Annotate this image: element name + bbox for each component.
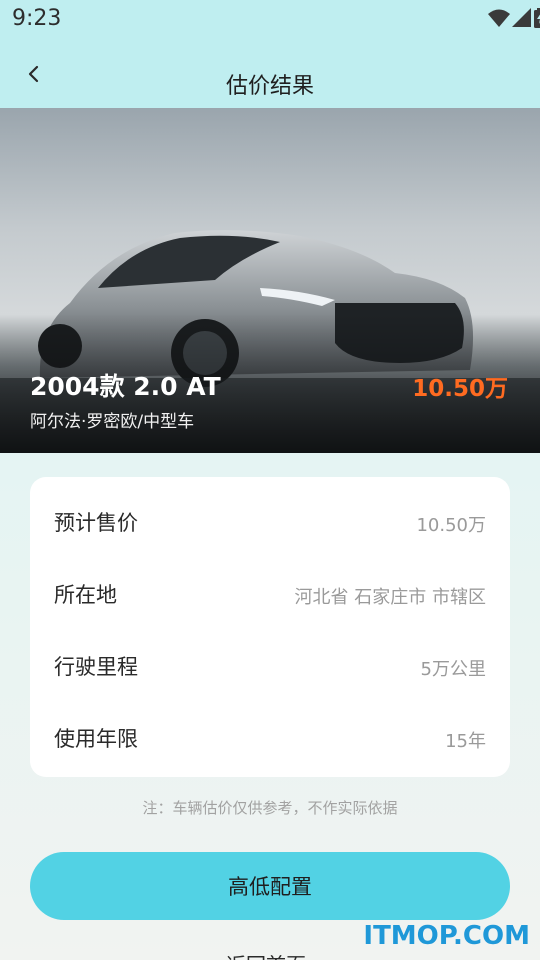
battery-icon (534, 8, 540, 28)
app-header: 估价结果 (0, 38, 540, 108)
detail-row-location: 所在地 河北省 石家庄市 市辖区 (30, 553, 510, 625)
detail-value: 15年 (445, 731, 486, 752)
detail-value: 5万公里 (420, 659, 486, 680)
detail-label: 使用年限 (54, 727, 138, 751)
car-hero-banner: 2004款 2.0 AT 阿尔法·罗密欧/中型车 10.50万 (0, 108, 540, 453)
car-description: 阿尔法·罗密欧/中型车 (30, 412, 195, 432)
watermark-logo: ITMOP.COM (363, 921, 530, 951)
detail-value: 河北省 石家庄市 市辖区 (294, 587, 486, 608)
config-button[interactable]: 高低配置 (30, 852, 510, 920)
disclaimer-note: 注：车辆估价仅供参考，不作实际依据 (142, 799, 398, 817)
detail-label: 预计售价 (54, 511, 138, 535)
detail-label: 行驶里程 (54, 655, 138, 679)
detail-value: 10.50万 (416, 515, 486, 536)
car-model-title: 2004款 2.0 AT (30, 372, 221, 401)
status-bar: 9:23 (0, 0, 540, 38)
valuation-details-card: 预计售价 10.50万 所在地 河北省 石家庄市 市辖区 行驶里程 5万公里 使… (30, 477, 510, 777)
signal-icon (512, 8, 531, 27)
page-title: 估价结果 (225, 74, 314, 99)
estimated-price: 10.50万 (412, 376, 508, 402)
detail-row-mileage: 行驶里程 5万公里 (30, 625, 510, 697)
detail-label: 所在地 (54, 583, 117, 607)
status-time: 9:23 (12, 6, 62, 31)
return-home-button[interactable]: 返回首页 (226, 949, 306, 960)
detail-row-age: 使用年限 15年 (30, 697, 510, 769)
wifi-icon (488, 9, 510, 27)
detail-row-price: 预计售价 10.50万 (30, 481, 510, 553)
